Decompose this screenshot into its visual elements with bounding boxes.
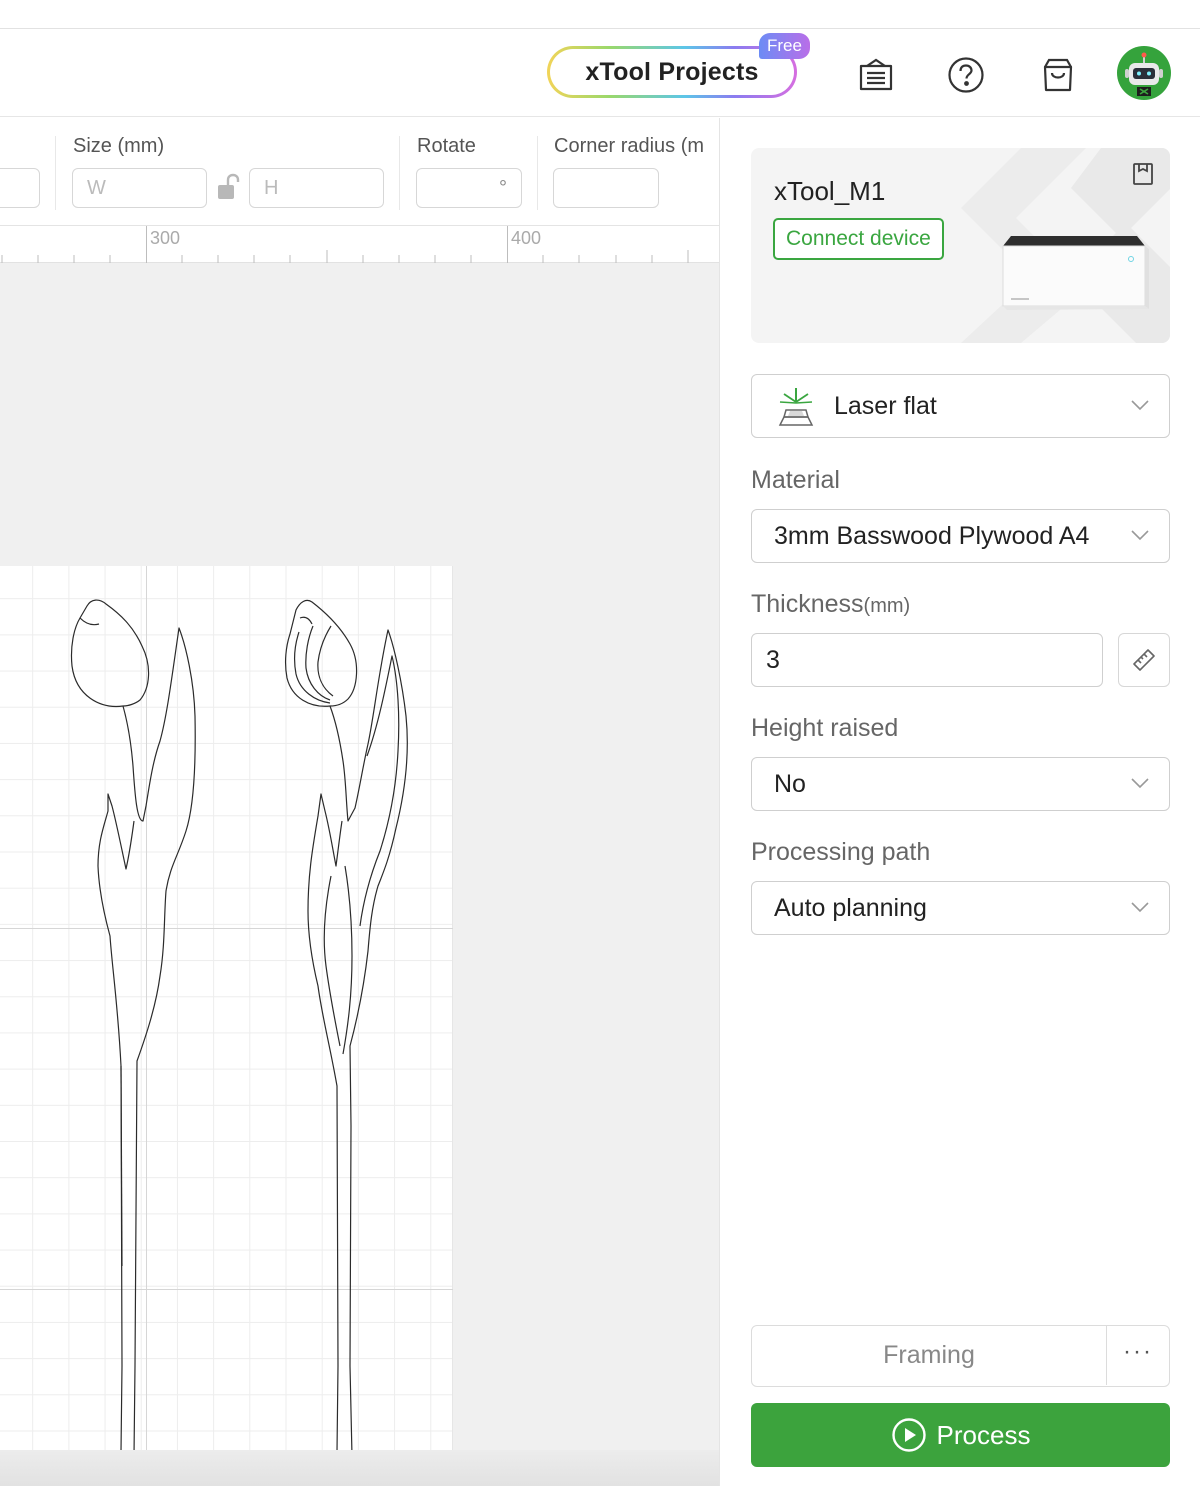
more-icon: ··· xyxy=(1123,1337,1153,1365)
height-raised-select[interactable]: No xyxy=(751,757,1170,811)
thickness-unit: (mm) xyxy=(863,595,911,617)
height-placeholder: H xyxy=(264,176,279,199)
material-select[interactable]: 3mm Basswood Plywood A4 xyxy=(751,509,1170,563)
chevron-down-icon xyxy=(1131,902,1149,913)
free-badge: Free xyxy=(759,33,810,59)
width-field[interactable]: W xyxy=(72,168,207,208)
processing-path-label: Processing path xyxy=(751,838,931,866)
height-raised-value: No xyxy=(774,769,806,798)
canvas-bottom-bar xyxy=(0,1450,719,1486)
thickness-label-text: Thickness xyxy=(751,590,864,618)
toolbar-divider xyxy=(537,136,538,210)
design-canvas[interactable] xyxy=(0,263,719,1486)
user-avatar[interactable] xyxy=(1117,46,1171,100)
ruler-label-300: 300 xyxy=(150,228,181,248)
catalog-icon[interactable] xyxy=(857,55,895,95)
chevron-down-icon xyxy=(1131,530,1149,541)
play-icon xyxy=(891,1418,926,1452)
device-image xyxy=(999,234,1149,319)
mode-value: Laser flat xyxy=(834,391,937,420)
material-label: Material xyxy=(751,466,840,494)
height-field[interactable]: H xyxy=(249,168,384,208)
properties-toolbar: Size (mm) W H Rotate ° Corner radius (m xyxy=(0,118,719,226)
thickness-label: Thickness(mm) xyxy=(751,590,910,619)
framing-button[interactable]: Framing xyxy=(752,1326,1106,1385)
corner-radius-label: Corner radius (m xyxy=(554,135,705,157)
framing-button-group: Framing ··· xyxy=(751,1325,1170,1387)
horizontal-ruler: 300 400 xyxy=(0,226,719,263)
rotate-label: Rotate xyxy=(417,135,476,157)
device-card: xTool_M1 Connect device xyxy=(751,148,1170,343)
top-header: xTool Projects Free xyxy=(0,29,1200,117)
toolbar-divider xyxy=(55,136,56,210)
chevron-down-icon xyxy=(1131,400,1149,411)
corner-radius-field[interactable] xyxy=(553,168,659,208)
mode-select[interactable]: Laser flat xyxy=(751,374,1170,438)
process-button[interactable]: Process xyxy=(751,1403,1170,1467)
device-name: xTool_M1 xyxy=(774,176,886,206)
laser-flat-icon xyxy=(774,385,818,434)
ruler-label-400: 400 xyxy=(511,228,542,248)
rotate-unit: ° xyxy=(499,176,507,199)
more-options-button[interactable]: ··· xyxy=(1107,1326,1169,1385)
process-label: Process xyxy=(936,1419,1031,1450)
measure-button[interactable] xyxy=(1118,633,1170,687)
thickness-value: 3 xyxy=(766,645,780,674)
material-value: 3mm Basswood Plywood A4 xyxy=(774,521,1090,550)
connect-device-button[interactable]: Connect device xyxy=(773,218,944,260)
process-panel: xTool_M1 Connect device Laser flat Mater… xyxy=(719,118,1200,1486)
artboard-grid[interactable] xyxy=(0,566,453,1451)
xtool-projects-label: xTool Projects xyxy=(550,49,794,95)
width-placeholder: W xyxy=(87,176,106,199)
position-y-field[interactable] xyxy=(0,168,40,208)
lock-ratio-icon[interactable] xyxy=(216,173,240,206)
processing-path-select[interactable]: Auto planning xyxy=(751,881,1170,935)
shop-bag-icon[interactable] xyxy=(1039,55,1077,95)
toolbar-divider xyxy=(399,136,400,210)
processing-path-value: Auto planning xyxy=(774,893,927,922)
tulip-design-right[interactable] xyxy=(0,566,453,1451)
rotate-field[interactable]: ° xyxy=(416,168,522,208)
ruler-measure-icon xyxy=(1133,649,1155,671)
bookmark-icon[interactable] xyxy=(1132,162,1154,191)
chevron-down-icon xyxy=(1131,778,1149,789)
thickness-input[interactable]: 3 xyxy=(751,633,1103,687)
help-icon[interactable] xyxy=(947,55,985,95)
height-raised-label: Height raised xyxy=(751,714,899,742)
size-label: Size (mm) xyxy=(73,135,165,157)
